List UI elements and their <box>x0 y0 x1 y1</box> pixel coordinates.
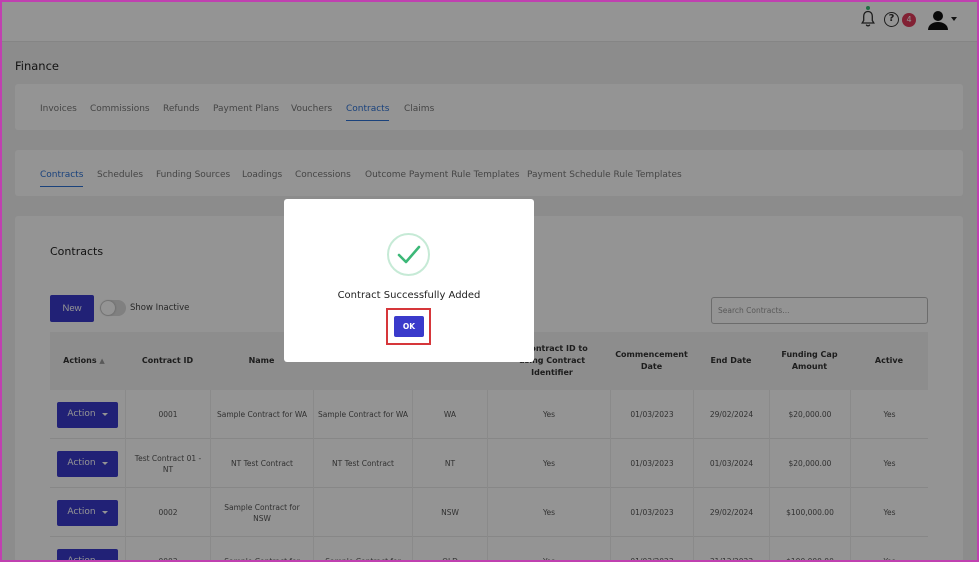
check-circle-icon <box>387 233 430 276</box>
dialog-message: Contract Successfully Added <box>337 290 481 301</box>
ok-button[interactable]: OK <box>394 316 424 337</box>
success-dialog: Contract Successfully Added OK <box>284 199 534 362</box>
